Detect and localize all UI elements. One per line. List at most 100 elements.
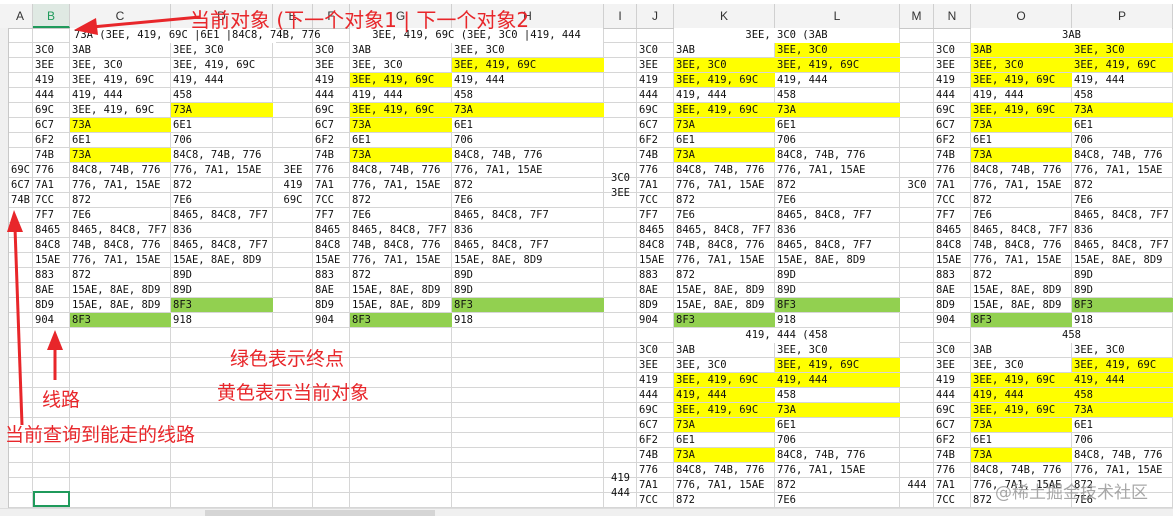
current-cell[interactable]: 3EE, 3C0 [971,358,1071,372]
column-header-j[interactable]: J [637,4,674,28]
node-cell[interactable]: 3EE [934,58,970,72]
current-cell[interactable]: 3AB [350,43,451,57]
next-cell[interactable]: 3EE, 419, 69C [171,58,272,72]
node-cell[interactable]: 6C7 [934,418,970,432]
node-cell[interactable]: 776 [313,163,349,177]
node-cell[interactable]: 7A1 [33,178,69,192]
column-header-l[interactable]: L [775,4,900,28]
node-cell[interactable]: 7CC [33,193,69,207]
node-cell[interactable]: 3EE [33,58,69,72]
current-cell[interactable]: 73A [971,148,1072,162]
next-cell[interactable]: 73A [171,103,273,117]
next-cell[interactable]: 15AE, 8AE, 8D9 [452,253,603,267]
current-cell[interactable]: 73A [971,418,1072,432]
route-label[interactable]: 419 [273,178,313,193]
next-cell[interactable]: 84C8, 74B, 776 [171,148,272,162]
node-cell[interactable]: 776 [637,163,673,177]
current-cell[interactable]: 73A [674,118,775,132]
node-cell[interactable]: 419 [637,73,673,87]
current-cell[interactable]: 419, 444 [674,88,774,102]
next-cell[interactable]: 89D [1072,268,1172,282]
next-cell[interactable]: 15AE, 8AE, 8D9 [171,253,272,267]
next-cell[interactable]: 458 [452,88,603,102]
current-cell[interactable]: 6E1 [350,133,451,147]
route-label[interactable]: 69C [273,193,313,208]
block-title[interactable]: 458 [971,328,1172,343]
next-cell[interactable]: 8465, 84C8, 7F7 [171,208,272,222]
next-cell[interactable]: 8465, 84C8, 7F7 [775,238,899,252]
next-cell[interactable]: 776, 7A1, 15AE [775,163,899,177]
next-cell[interactable]: 918 [171,313,272,327]
node-cell[interactable]: 69C [313,103,349,117]
scrollbar-thumb[interactable] [205,510,435,516]
current-cell[interactable]: 3EE, 419, 69C [674,403,775,417]
current-cell[interactable]: 73A [350,118,452,132]
next-cell[interactable]: 7E6 [775,193,899,207]
node-cell[interactable]: 6C7 [33,118,69,132]
node-cell[interactable]: 6F2 [934,133,970,147]
current-cell[interactable]: 3EE, 3C0 [674,58,775,72]
node-cell[interactable]: 74B [313,148,349,162]
current-cell[interactable]: 73A [70,148,171,162]
next-cell[interactable]: 872 [171,178,272,192]
next-cell[interactable]: 8F3 [775,298,900,312]
current-cell[interactable]: 6E1 [674,433,774,447]
current-cell[interactable]: 872 [70,193,170,207]
node-cell[interactable]: 6F2 [637,133,673,147]
node-cell[interactable]: 776 [33,163,69,177]
node-cell[interactable]: 8D9 [637,298,673,312]
current-cell[interactable]: 73A [70,118,171,132]
node-cell[interactable]: 419 [934,373,970,387]
next-cell[interactable]: 7E6 [452,193,603,207]
node-cell[interactable]: 6C7 [637,118,673,132]
next-cell[interactable]: 706 [775,433,899,447]
next-cell[interactable]: 776, 7A1, 15AE [171,163,272,177]
node-cell[interactable]: 3C0 [637,43,673,57]
next-cell[interactable]: 84C8, 74B, 776 [1072,448,1172,462]
column-header-b[interactable]: B [33,4,70,28]
current-cell[interactable]: 73A [674,448,775,462]
node-cell[interactable]: 776 [637,463,673,477]
node-cell[interactable]: 74B [637,448,673,462]
node-cell[interactable]: 84C8 [934,238,970,252]
current-cell[interactable]: 872 [350,268,451,282]
current-cell[interactable]: 3AB [971,43,1072,57]
next-cell[interactable]: 3EE, 419, 69C [775,58,900,72]
current-cell[interactable]: 84C8, 74B, 776 [674,463,774,477]
next-cell[interactable]: 7E6 [1072,193,1172,207]
current-cell[interactable]: 776, 7A1, 15AE [350,178,451,192]
route-label[interactable]: 69C [8,163,33,178]
next-cell[interactable]: 3EE, 419, 69C [452,58,604,72]
next-cell[interactable]: 15AE, 8AE, 8D9 [1072,253,1172,267]
node-cell[interactable]: 7F7 [33,208,69,222]
current-cell[interactable]: 73A [674,418,775,432]
node-cell[interactable]: 15AE [33,253,69,267]
node-cell[interactable]: 883 [33,268,69,282]
node-cell[interactable]: 7A1 [934,178,970,192]
next-cell[interactable]: 8465, 84C8, 7F7 [775,208,899,222]
node-cell[interactable]: 7CC [934,493,970,507]
node-cell[interactable]: 7F7 [637,208,673,222]
node-cell[interactable]: 74B [637,148,673,162]
current-cell[interactable]: 74B, 84C8, 776 [70,238,170,252]
column-header-k[interactable]: K [674,4,775,28]
node-cell[interactable]: 3EE [313,58,349,72]
current-cell[interactable]: 8465, 84C8, 7F7 [674,223,774,237]
current-cell[interactable]: 872 [971,268,1071,282]
current-cell[interactable]: 74B, 84C8, 776 [674,238,774,252]
next-cell[interactable]: 3EE, 3C0 [1072,43,1173,57]
node-cell[interactable]: 15AE [934,253,970,267]
node-cell[interactable]: 419 [33,73,69,87]
current-cell[interactable]: 8F3 [70,313,171,327]
next-cell[interactable]: 8465, 84C8, 7F7 [1072,238,1172,252]
next-cell[interactable]: 706 [775,133,899,147]
node-cell[interactable]: 3C0 [934,43,970,57]
current-cell[interactable]: 872 [70,268,170,282]
node-cell[interactable]: 904 [313,313,349,327]
next-cell[interactable]: 89D [452,268,603,282]
route-label[interactable]: 3C0 [604,171,637,186]
current-cell[interactable]: 73A [674,148,775,162]
current-cell[interactable]: 73A [971,118,1072,132]
current-cell[interactable]: 3EE, 419, 69C [350,103,452,117]
current-cell[interactable]: 776, 7A1, 15AE [350,253,451,267]
